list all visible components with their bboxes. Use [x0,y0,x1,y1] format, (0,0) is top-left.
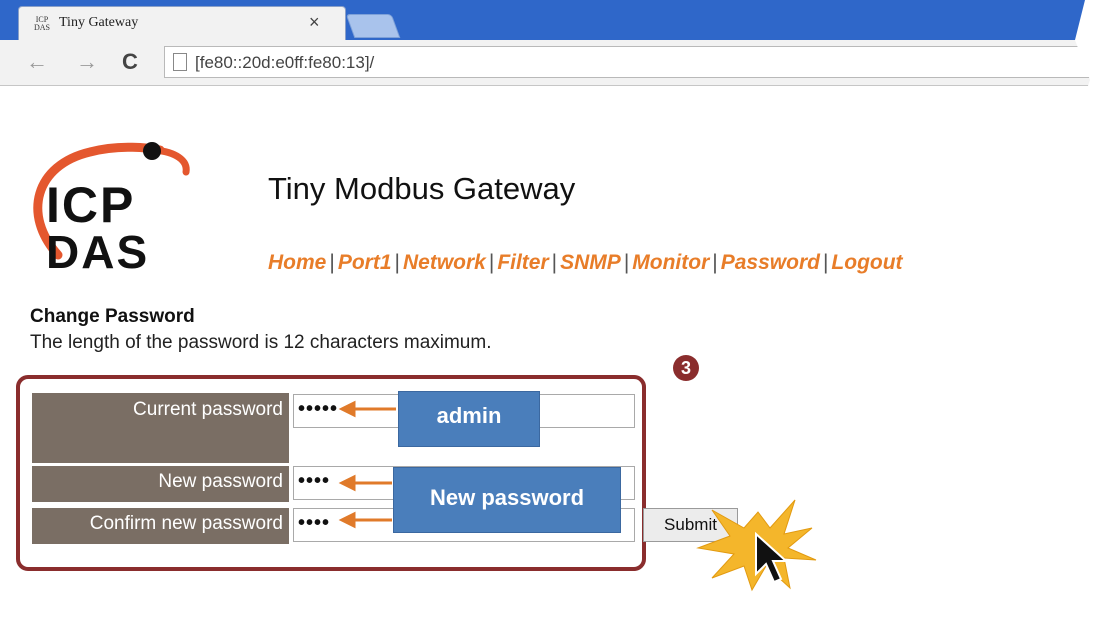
forward-icon[interactable]: → [76,49,98,75]
page-icon [173,53,187,71]
nav-filter[interactable]: Filter [497,251,548,274]
back-icon[interactable]: ← [26,49,48,75]
browser-toolbar: ← → C [fe80::20d:e0ff:fe80:13]/ [0,40,1101,86]
nav-network[interactable]: Network [403,251,486,274]
page-title: Tiny Modbus Gateway [268,171,576,206]
callout-new-password: New password [393,467,621,533]
close-tab-icon[interactable]: × [309,12,320,33]
nav-logout[interactable]: Logout [831,251,902,274]
submit-button[interactable]: Submit [643,508,738,542]
step-badge: 3 [673,355,699,381]
logo-das-text: DAS [46,226,150,278]
section-title: Change Password [30,306,195,327]
tab-title: Tiny Gateway [59,15,139,30]
browser-tab[interactable]: ICP DAS Tiny Gateway × [18,6,346,40]
nav-password[interactable]: Password [721,251,820,274]
address-bar[interactable]: [fe80::20d:e0ff:fe80:13]/ [164,46,1101,78]
callout-admin: admin [398,391,540,447]
main-nav: Home | Port1 | Network | Filter | SNMP | Monitor | P… [268,251,903,274]
torn-edge-decoration [0,588,1101,620]
new-tab-button[interactable] [345,14,401,38]
reload-icon[interactable]: C [122,49,138,75]
nav-monitor[interactable]: Monitor [632,251,709,274]
address-text: [fe80::20d:e0ff:fe80:13]/ [195,53,375,72]
icp-das-favicon-icon: ICP DAS [33,15,50,32]
confirm-password-label: Confirm new password [32,508,289,544]
nav-port1[interactable]: Port1 [338,251,392,274]
new-password-label: New password [32,466,289,502]
section-description: The length of the password is 12 charact… [30,332,492,353]
current-password-label: Current password [32,393,289,463]
nav-snmp[interactable]: SNMP [560,251,621,274]
nav-home[interactable]: Home [268,251,326,274]
mouse-cursor-icon [755,531,789,584]
